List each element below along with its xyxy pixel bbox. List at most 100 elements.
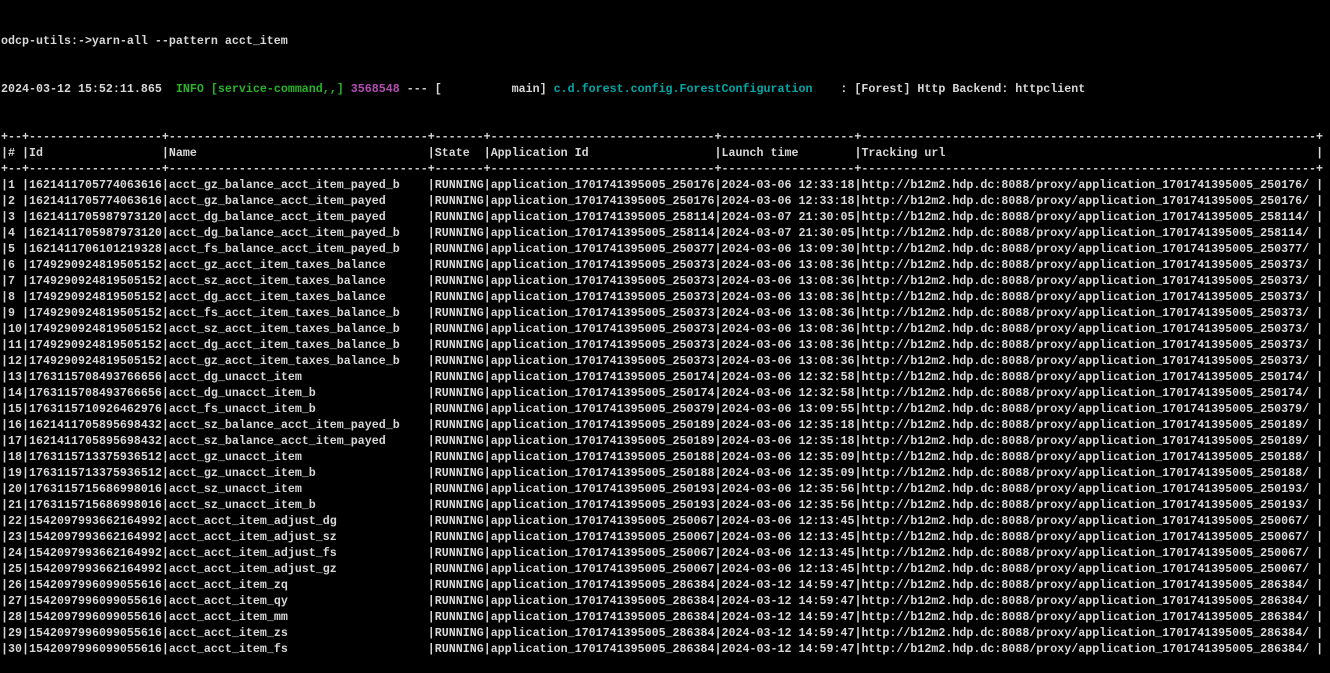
cell-name: acct_acct_item_adjust_gz — [169, 562, 428, 576]
cell-state: RUNNING — [435, 322, 484, 336]
cell-application-id: application_1701741395005_250379 — [491, 402, 715, 416]
cell-index: 8 — [8, 290, 22, 304]
cell-application-id: application_1701741395005_250373 — [491, 306, 715, 320]
tracking-url-link[interactable]: http://b12m2.hdp.dc:8088/proxy/applicati… — [861, 290, 1316, 304]
cell-state: RUNNING — [435, 514, 484, 528]
cell-launch-time: 2024-03-06 12:32:58 — [722, 386, 855, 400]
tracking-url-link[interactable]: http://b12m2.hdp.dc:8088/proxy/applicati… — [861, 482, 1316, 496]
cell-launch-time: 2024-03-06 12:35:09 — [722, 450, 855, 464]
cell-name: acct_dg_acct_item_taxes_balance — [169, 290, 428, 304]
cell-name: acct_fs_acct_item_taxes_balance_b — [169, 306, 428, 320]
tracking-url-link[interactable]: http://b12m2.hdp.dc:8088/proxy/applicati… — [861, 242, 1316, 256]
cell-state: RUNNING — [435, 530, 484, 544]
header-cell-index: # — [8, 146, 22, 160]
cell-id: 1763115708493766656 — [29, 370, 162, 384]
tracking-url-link[interactable]: http://b12m2.hdp.dc:8088/proxy/applicati… — [861, 306, 1316, 320]
cell-index: 13 — [8, 370, 22, 384]
cell-launch-time: 2024-03-06 12:35:18 — [722, 434, 855, 448]
table-row: |3 |1621411705987973120|acct_dg_balance_… — [1, 209, 1330, 225]
tracking-url-link[interactable]: http://b12m2.hdp.dc:8088/proxy/applicati… — [861, 178, 1316, 192]
tracking-url-link[interactable]: http://b12m2.hdp.dc:8088/proxy/applicati… — [861, 434, 1316, 448]
cell-launch-time: 2024-03-12 14:59:47 — [722, 642, 855, 656]
cell-application-id: application_1701741395005_250193 — [491, 482, 715, 496]
table-row: |30|1542097996099055616|acct_acct_item_f… — [1, 641, 1330, 657]
cell-launch-time: 2024-03-06 12:13:45 — [722, 530, 855, 544]
cell-application-id: application_1701741395005_250189 — [491, 418, 715, 432]
cell-index: 22 — [8, 514, 22, 528]
table-row: |7 |1749290924819505152|acct_sz_acct_ite… — [1, 273, 1330, 289]
table-row: |18|1763115713375936512|acct_gz_unacct_i… — [1, 449, 1330, 465]
cell-id: 1763115715686998016 — [29, 498, 162, 512]
cell-application-id: application_1701741395005_286384 — [491, 610, 715, 624]
cell-name: acct_gz_balance_acct_item_payed — [169, 194, 428, 208]
cell-application-id: application_1701741395005_250067 — [491, 562, 715, 576]
cell-application-id: application_1701741395005_250373 — [491, 274, 715, 288]
tracking-url-link[interactable]: http://b12m2.hdp.dc:8088/proxy/applicati… — [861, 418, 1316, 432]
table-row: |23|1542097993662164992|acct_acct_item_a… — [1, 529, 1330, 545]
tracking-url-link[interactable]: http://b12m2.hdp.dc:8088/proxy/applicati… — [861, 338, 1316, 352]
log-thread: --- [ main] — [400, 82, 554, 96]
cell-name: acct_sz_balance_acct_item_payed_b — [169, 418, 428, 432]
cell-state: RUNNING — [435, 178, 484, 192]
table-border: +--+-------------------+----------------… — [1, 161, 1330, 177]
log-context: [service-command,,] — [211, 82, 344, 96]
tracking-url-link[interactable]: http://b12m2.hdp.dc:8088/proxy/applicati… — [861, 626, 1316, 640]
header-cell-launch-time: Launch time — [722, 146, 855, 160]
tracking-url-link[interactable]: http://b12m2.hdp.dc:8088/proxy/applicati… — [861, 610, 1316, 624]
tracking-url-link[interactable]: http://b12m2.hdp.dc:8088/proxy/applicati… — [861, 370, 1316, 384]
tracking-url-link[interactable]: http://b12m2.hdp.dc:8088/proxy/applicati… — [861, 466, 1316, 480]
tracking-url-link[interactable]: http://b12m2.hdp.dc:8088/proxy/applicati… — [861, 642, 1316, 656]
tracking-url-link[interactable]: http://b12m2.hdp.dc:8088/proxy/applicati… — [861, 498, 1316, 512]
tracking-url-link[interactable]: http://b12m2.hdp.dc:8088/proxy/applicati… — [861, 258, 1316, 272]
tracking-url-link[interactable]: http://b12m2.hdp.dc:8088/proxy/applicati… — [861, 562, 1316, 576]
tracking-url-link[interactable]: http://b12m2.hdp.dc:8088/proxy/applicati… — [861, 322, 1316, 336]
tracking-url-link[interactable]: http://b12m2.hdp.dc:8088/proxy/applicati… — [861, 386, 1316, 400]
cell-name: acct_gz_balance_acct_item_payed_b — [169, 178, 428, 192]
table-row: |13|1763115708493766656|acct_dg_unacct_i… — [1, 369, 1330, 385]
cell-launch-time: 2024-03-06 12:33:18 — [722, 178, 855, 192]
table-row: |4 |1621411705987973120|acct_dg_balance_… — [1, 225, 1330, 241]
terminal-window[interactable]: odcp-utils:->yarn-all --pattern acct_ite… — [0, 0, 1330, 562]
table-row: |1 |1621411705774063616|acct_gz_balance_… — [1, 177, 1330, 193]
cell-name: acct_acct_item_fs — [169, 642, 428, 656]
cell-application-id: application_1701741395005_250174 — [491, 370, 715, 384]
cell-index: 17 — [8, 434, 22, 448]
cell-index: 26 — [8, 578, 22, 592]
cell-launch-time: 2024-03-06 12:35:09 — [722, 466, 855, 480]
tracking-url-link[interactable]: http://b12m2.hdp.dc:8088/proxy/applicati… — [861, 274, 1316, 288]
cell-state: RUNNING — [435, 210, 484, 224]
tracking-url-link[interactable]: http://b12m2.hdp.dc:8088/proxy/applicati… — [861, 354, 1316, 368]
log-logger: c.d.forest.config.ForestConfiguration — [554, 82, 813, 96]
tracking-url-link[interactable]: http://b12m2.hdp.dc:8088/proxy/applicati… — [861, 594, 1316, 608]
tracking-url-link[interactable]: http://b12m2.hdp.dc:8088/proxy/applicati… — [861, 514, 1316, 528]
cell-index: 30 — [8, 642, 22, 656]
cell-name: acct_acct_item_zs — [169, 626, 428, 640]
tracking-url-link[interactable]: http://b12m2.hdp.dc:8088/proxy/applicati… — [861, 530, 1316, 544]
cell-application-id: application_1701741395005_250188 — [491, 466, 715, 480]
table-border: +--+-------------------+----------------… — [1, 129, 1330, 145]
tracking-url-link[interactable]: http://b12m2.hdp.dc:8088/proxy/applicati… — [861, 402, 1316, 416]
cell-name: acct_acct_item_adjust_fs — [169, 546, 428, 560]
cell-state: RUNNING — [435, 594, 484, 608]
cell-application-id: application_1701741395005_250373 — [491, 338, 715, 352]
tracking-url-link[interactable]: http://b12m2.hdp.dc:8088/proxy/applicati… — [861, 450, 1316, 464]
cell-name: acct_sz_acct_item_taxes_balance — [169, 274, 428, 288]
cell-state: RUNNING — [435, 402, 484, 416]
cell-id: 1542097996099055616 — [29, 594, 162, 608]
cell-state: RUNNING — [435, 466, 484, 480]
cell-name: acct_acct_item_zq — [169, 578, 428, 592]
table-row: |5 |1621411706101219328|acct_fs_balance_… — [1, 241, 1330, 257]
tracking-url-link[interactable]: http://b12m2.hdp.dc:8088/proxy/applicati… — [861, 226, 1316, 240]
cell-launch-time: 2024-03-12 14:59:47 — [722, 578, 855, 592]
tracking-url-link[interactable]: http://b12m2.hdp.dc:8088/proxy/applicati… — [861, 578, 1316, 592]
cell-state: RUNNING — [435, 434, 484, 448]
tracking-url-link[interactable]: http://b12m2.hdp.dc:8088/proxy/applicati… — [861, 194, 1316, 208]
table-row: |6 |1749290924819505152|acct_gz_acct_ite… — [1, 257, 1330, 273]
table-row: |12|1749290924819505152|acct_gz_acct_ite… — [1, 353, 1330, 369]
cell-id: 1621411705774063616 — [29, 194, 162, 208]
table-row: |28|1542097996099055616|acct_acct_item_m… — [1, 609, 1330, 625]
tracking-url-link[interactable]: http://b12m2.hdp.dc:8088/proxy/applicati… — [861, 546, 1316, 560]
table-row: |27|1542097996099055616|acct_acct_item_q… — [1, 593, 1330, 609]
cell-index: 2 — [8, 194, 22, 208]
tracking-url-link[interactable]: http://b12m2.hdp.dc:8088/proxy/applicati… — [861, 210, 1316, 224]
